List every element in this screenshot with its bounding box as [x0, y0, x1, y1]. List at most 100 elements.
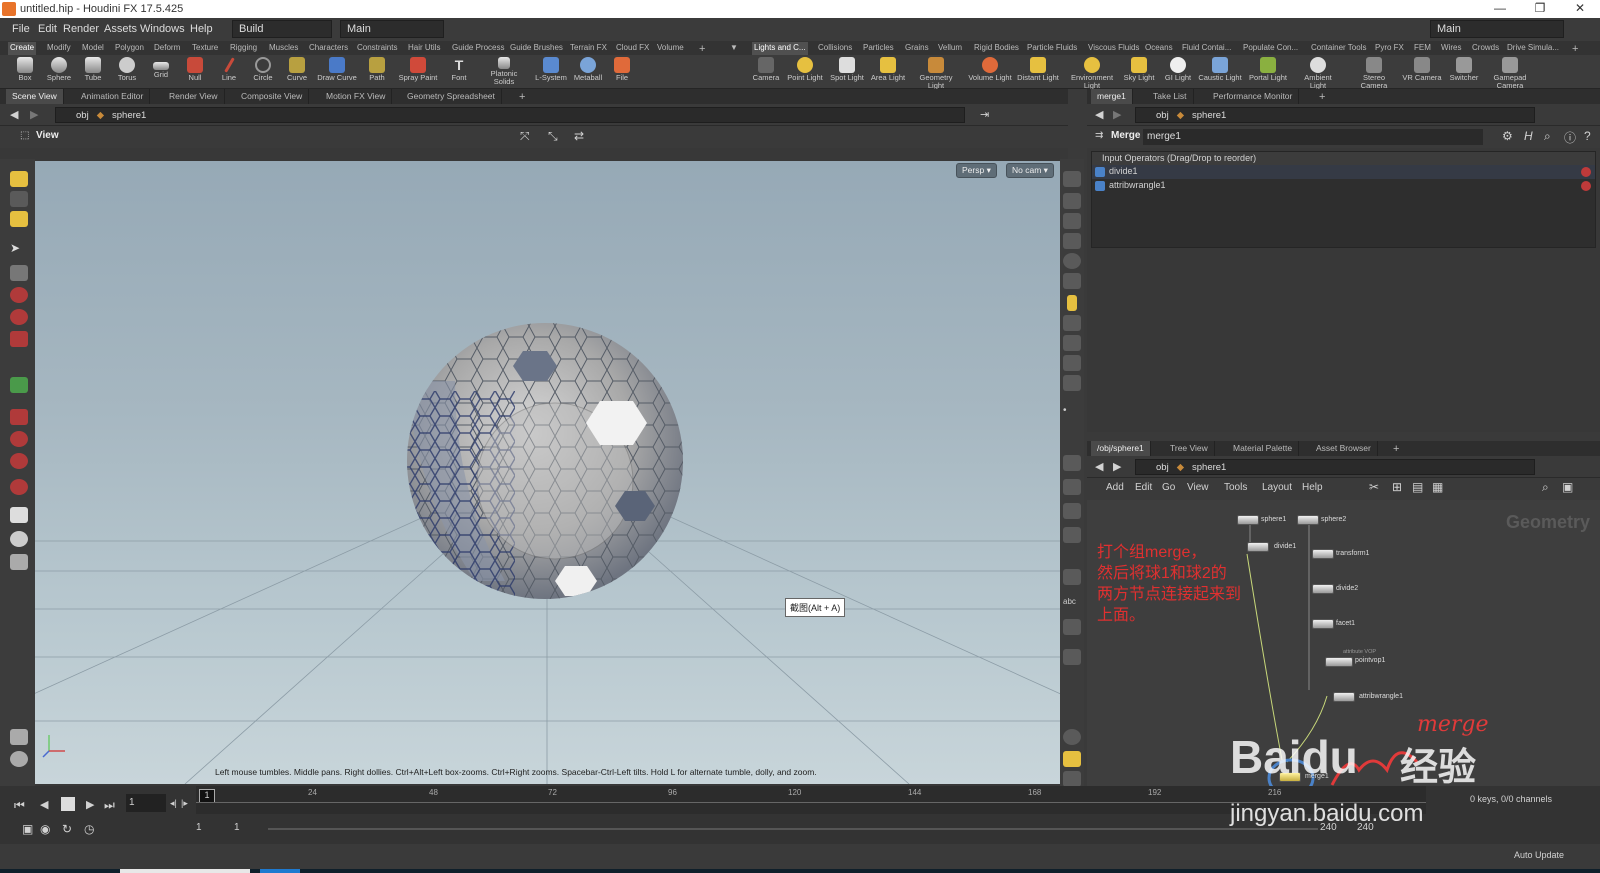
pointer-icon[interactable]: ➤	[10, 241, 28, 257]
desktop-select[interactable]: Build	[232, 20, 332, 38]
shelf-tab-vellum[interactable]: Vellum	[936, 42, 964, 55]
shelf-tab-create[interactable]: Create	[8, 42, 37, 55]
node-divide1[interactable]	[1247, 542, 1269, 552]
tool-spray-paint[interactable]: Spray Paint	[396, 56, 440, 88]
lock-camera-icon[interactable]	[1063, 213, 1081, 229]
measure-icon[interactable]	[1063, 503, 1081, 519]
light-display-icon[interactable]	[1067, 295, 1077, 311]
net-menu-help[interactable]: Help	[1302, 482, 1323, 493]
shelf-tab-wires[interactable]: Wires	[1439, 42, 1463, 55]
view-tool-icon[interactable]	[10, 507, 28, 523]
shelf-tab-rigid-bodies[interactable]: Rigid Bodies	[972, 42, 1021, 55]
tool-stereo-camera[interactable]: Stereo Camera	[1352, 56, 1396, 90]
shelf-tab-model[interactable]: Model	[80, 42, 106, 55]
shelf-tab-lights[interactable]: Lights and C...	[752, 42, 808, 55]
menu-render[interactable]: Render	[63, 23, 99, 35]
move-tool-icon[interactable]	[10, 287, 28, 303]
tool-spot-light[interactable]: Spot Light	[825, 56, 869, 88]
display-tool-icon[interactable]	[10, 751, 28, 767]
tab-geometry-spreadsheet[interactable]: Geometry Spreadsheet	[401, 89, 502, 104]
background-icon[interactable]	[1063, 619, 1081, 635]
stop-icon[interactable]	[61, 797, 75, 811]
tab-animation-editor[interactable]: Animation Editor	[75, 89, 151, 104]
shelf-tab-polygon[interactable]: Polygon	[113, 42, 146, 55]
tab-motion-fx-view[interactable]: Motion FX View	[320, 89, 393, 104]
add-tab-icon[interactable]: +	[513, 89, 531, 104]
tool-gi-light[interactable]: GI Light	[1156, 56, 1200, 88]
paint-select-icon[interactable]	[10, 191, 28, 207]
shelf-tab-guide-process[interactable]: Guide Process	[450, 42, 506, 55]
tab-merge1[interactable]: merge1	[1091, 89, 1133, 104]
tree-icon[interactable]: ⊞	[1392, 480, 1402, 494]
transform-mode-icon[interactable]: ⇄	[574, 129, 584, 143]
input-row[interactable]: divide1	[1092, 165, 1595, 179]
play-icon[interactable]: ▶	[86, 798, 94, 811]
shelf-tab-hair-utils[interactable]: Hair Utils	[406, 42, 442, 55]
shelf-tab-texture[interactable]: Texture	[190, 42, 220, 55]
select-tool-icon[interactable]	[10, 171, 28, 187]
tool-draw-curve[interactable]: Draw Curve	[315, 56, 359, 88]
wrench-icon[interactable]: ✂	[1369, 480, 1379, 494]
rotate-tool-icon[interactable]	[10, 309, 28, 325]
tab-scene-view[interactable]: Scene View	[6, 89, 64, 104]
tool-distant-light[interactable]: Distant Light	[1016, 56, 1060, 88]
help-icon[interactable]: ?	[1584, 129, 1591, 143]
tool-switcher[interactable]: Switcher	[1442, 56, 1486, 88]
camera-view-icon[interactable]	[1063, 771, 1081, 787]
tab-take-list[interactable]: Take List	[1147, 89, 1194, 104]
menu-assets[interactable]: Assets	[104, 23, 137, 35]
loop-icon[interactable]: ↻	[62, 822, 72, 836]
secure-select-icon[interactable]: ⤡	[548, 129, 558, 144]
gear-icon[interactable]: ⚙	[1502, 129, 1513, 143]
light-tool-icon[interactable]	[10, 729, 28, 745]
menu-edit[interactable]: Edit	[38, 23, 57, 35]
tab-asset-browser[interactable]: Asset Browser	[1310, 441, 1378, 456]
shelf-tab-drive-simulation[interactable]: Drive Simula...	[1505, 42, 1561, 55]
persp-menu[interactable]: Persp ▾	[956, 163, 997, 178]
normals-icon[interactable]	[1063, 315, 1081, 331]
primitive-numbers-icon[interactable]	[1063, 355, 1081, 371]
tool-caustic-light[interactable]: Caustic Light	[1198, 56, 1242, 88]
crop-icon[interactable]	[1063, 527, 1081, 543]
shelf-tab-viscous-fluids[interactable]: Viscous Fluids	[1086, 42, 1141, 55]
range-start-field[interactable]: 1	[196, 822, 226, 833]
dot-icon[interactable]: •	[1063, 405, 1081, 421]
point-numbers-icon[interactable]	[1063, 375, 1081, 391]
shelf-tab-characters[interactable]: Characters	[307, 42, 350, 55]
pin-icon[interactable]: ⇥	[980, 108, 989, 121]
net-camera-icon[interactable]: ▣	[1562, 480, 1573, 494]
visibility-icon[interactable]	[1063, 233, 1081, 249]
param-forward-icon[interactable]: ▶	[1113, 108, 1121, 121]
camera-menu[interactable]: No cam ▾	[1006, 163, 1054, 178]
param-path-field[interactable]: obj ◆ sphere1	[1135, 107, 1535, 123]
viewport-3d[interactable]: 截图(Alt + A) Left mouse tumbles. Middle p…	[35, 161, 1060, 784]
node-facet1[interactable]	[1312, 619, 1334, 629]
shelf-tab-collisions[interactable]: Collisions	[816, 42, 854, 55]
range-start2-field[interactable]: 1	[234, 822, 264, 833]
net-menu-add[interactable]: Add	[1106, 482, 1124, 493]
jump-end-icon[interactable]: ⏭	[104, 798, 115, 813]
guide-icon[interactable]	[1063, 649, 1081, 665]
tool-curve[interactable]: Curve	[275, 56, 319, 88]
net-search-icon[interactable]: ⌕	[1542, 480, 1549, 495]
step-back-icon[interactable]: ◂|	[170, 798, 177, 809]
tab-obj-sphere1[interactable]: /obj/sphere1	[1091, 441, 1151, 456]
jump-start-icon[interactable]: ⏮	[14, 798, 25, 813]
tab-performance-monitor[interactable]: Performance Monitor	[1207, 89, 1300, 104]
shelf-tab-cloud-fx[interactable]: Cloud FX	[614, 42, 651, 55]
tab-render-view[interactable]: Render View	[163, 89, 225, 104]
shelf-tab-grains[interactable]: Grains	[903, 42, 931, 55]
uv-icon[interactable]	[1063, 335, 1081, 351]
tool-font[interactable]: T Font	[437, 56, 481, 88]
tool-sky-light[interactable]: Sky Light	[1117, 56, 1161, 88]
lock-icon[interactable]	[10, 265, 28, 281]
node-transform1[interactable]	[1312, 549, 1334, 559]
shelf-tab-fluid-containers[interactable]: Fluid Contai...	[1180, 42, 1233, 55]
scene-path-field[interactable]: obj ◆ sphere1	[55, 107, 965, 123]
add-param-tab-icon[interactable]: +	[1313, 89, 1331, 104]
magnet-icon[interactable]	[10, 431, 28, 447]
menu-windows[interactable]: Windows	[140, 23, 185, 35]
node-name-field[interactable]: merge1	[1143, 129, 1483, 145]
network-path-field[interactable]: obj ◆ sphere1	[1135, 459, 1535, 475]
minimize-button[interactable]: —	[1480, 1, 1520, 17]
